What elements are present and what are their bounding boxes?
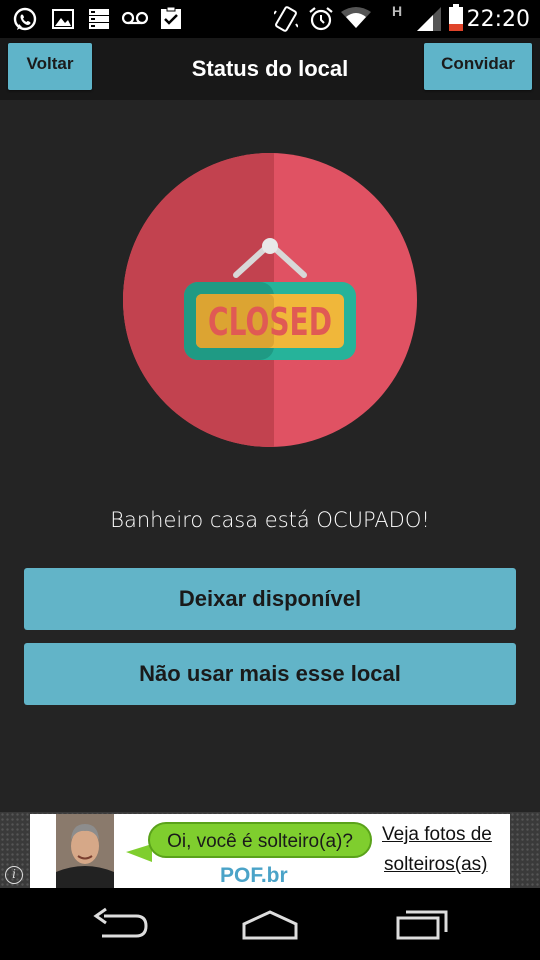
nav-bar [0, 888, 540, 960]
status-message: Banheiro casa está OCUPADO! [110, 508, 430, 532]
alarm-icon [308, 6, 334, 37]
network-type-label: H [392, 3, 403, 19]
ad-bubble: Oi, você é solteiro(a)? [148, 822, 372, 858]
main-content: CLOSED Banheiro casa está OCUPADO! Deixa… [0, 100, 540, 812]
ad-info-icon[interactable]: i [5, 866, 23, 884]
vibrate-icon [273, 5, 299, 38]
sign-text: CLOSED [208, 300, 332, 344]
make-available-button[interactable]: Deixar disponível [24, 568, 516, 630]
invite-button[interactable]: Convidar [424, 43, 532, 90]
clock: 22:20 [466, 7, 530, 32]
storage-icon [88, 8, 110, 35]
closed-sign-illustration: CLOSED [122, 152, 418, 448]
back-icon[interactable] [90, 906, 150, 947]
battery-icon [448, 4, 464, 37]
ad-banner[interactable]: Oi, você é solteiro(a)? POF.br Veja foto… [30, 814, 510, 888]
clipboard-check-icon [160, 6, 182, 35]
ad-photo [56, 814, 114, 888]
stop-using-location-button[interactable]: Não usar mais esse local [24, 643, 516, 705]
wifi-icon [340, 6, 372, 35]
action-bar: Voltar Status do local Convidar [0, 38, 540, 100]
ad-bar: i Oi, você é solteiro(a)? POF.br Veja fo… [0, 812, 540, 888]
ad-cta-line2: solteiros(as) [384, 854, 488, 875]
ad-bubble-text: Oi, você é solteiro(a)? [167, 831, 353, 852]
ad-brand: POF.br [220, 864, 288, 887]
gallery-icon [52, 9, 74, 34]
recent-apps-icon[interactable] [394, 906, 454, 947]
status-bar: H 22:20 [0, 0, 540, 38]
ad-cta-line1: Veja fotos de [382, 824, 492, 845]
signal-icon [416, 6, 442, 37]
ad-bubble-tail [126, 844, 152, 862]
whatsapp-icon [12, 7, 38, 38]
home-icon[interactable] [240, 906, 300, 947]
voicemail-icon [121, 11, 149, 30]
